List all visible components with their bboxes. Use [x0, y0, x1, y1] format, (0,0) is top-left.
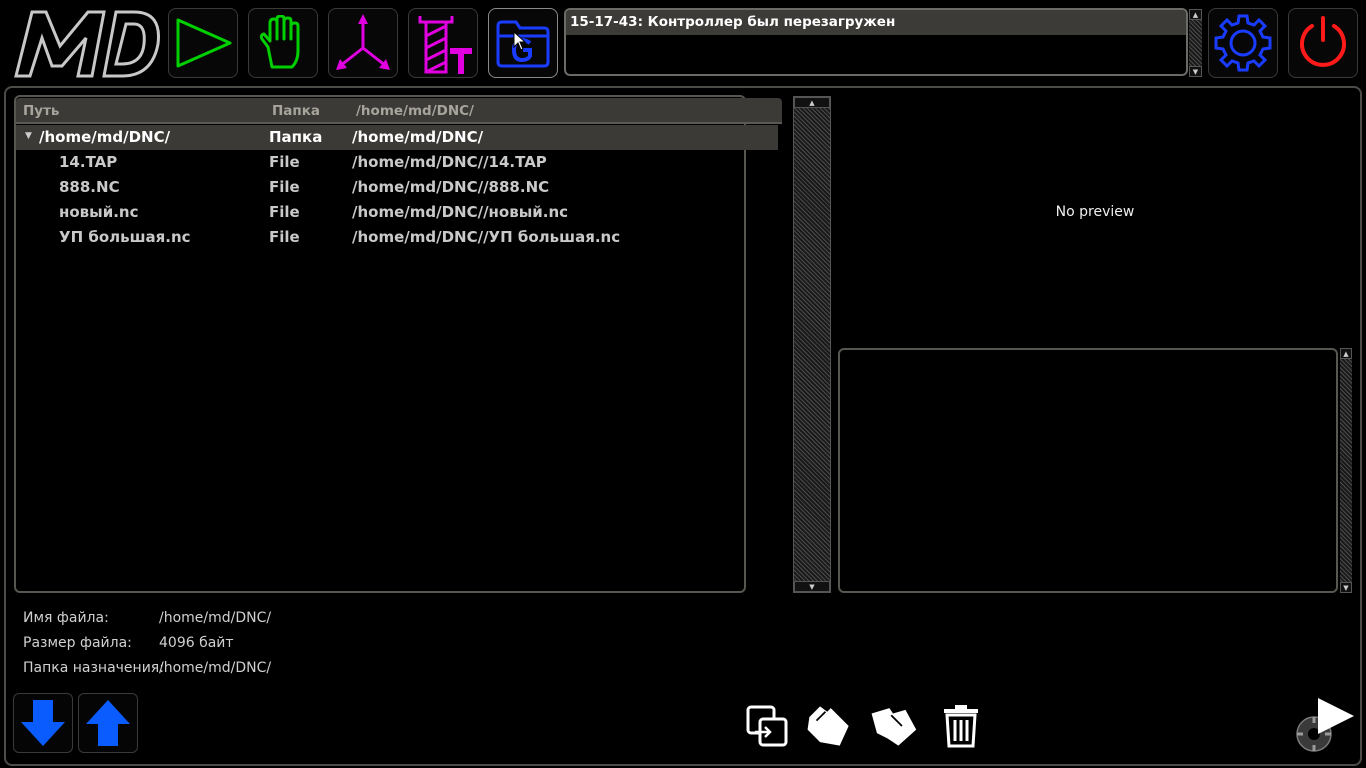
file-name-label: Имя файла: [23, 610, 109, 626]
header-path[interactable]: Путь [23, 103, 59, 119]
play-gear-icon [1296, 698, 1354, 752]
arrow-up-icon [86, 700, 130, 746]
scroll-up-icon[interactable]: ▲ [1189, 9, 1202, 20]
file-name-value: /home/md/DNC/ [159, 610, 272, 626]
move-down-button[interactable] [13, 693, 73, 753]
message-log[interactable]: 15-17-43: Контроллер был перезагружен [564, 8, 1188, 76]
scroll-down-icon[interactable]: ▼ [794, 581, 830, 592]
manual-mode-button[interactable] [248, 8, 318, 78]
message-scrollbar[interactable]: ▲ ▼ [1189, 9, 1202, 77]
file-content-view[interactable] [838, 348, 1338, 593]
table-row[interactable]: ▼ /home/md/DNC/ Папка /home/md/DNC/ [16, 125, 778, 150]
power-button[interactable] [1288, 8, 1358, 78]
row-name: новый.nc [59, 203, 139, 221]
logo-graphic [14, 10, 160, 78]
tool-mill-icon [418, 16, 472, 74]
scroll-down-icon[interactable]: ▼ [1340, 582, 1352, 593]
message-item: 15-17-43: Контроллер был перезагружен [566, 10, 1186, 35]
row-type: File [269, 153, 300, 171]
preview-scrollbar[interactable]: ▲ ▼ [793, 96, 831, 593]
run-program-button[interactable] [1292, 694, 1356, 754]
cut-icon [807, 706, 849, 746]
copy-button[interactable] [742, 700, 792, 752]
auto-mode-button[interactable] [168, 8, 238, 78]
mouse-cursor-icon [513, 31, 527, 51]
file-table-header: Путь Папка /home/md/DNC/ [16, 98, 782, 124]
row-name: 14.TAP [59, 153, 118, 171]
table-row[interactable]: 14.TAP File /home/md/DNC//14.TAP [16, 150, 778, 175]
destination-label: Папка назначения: [23, 660, 164, 676]
expand-arrow-icon[interactable]: ▼ [25, 131, 32, 141]
gcode-files-button[interactable] [488, 8, 558, 78]
row-name: 888.NC [59, 178, 120, 196]
row-name: /home/md/DNC/ [39, 128, 171, 146]
file-size-label: Размер файла: [23, 635, 132, 651]
trash-icon [944, 705, 978, 748]
file-size-value: 4096 байт [159, 635, 234, 651]
coordinates-button[interactable] [328, 8, 398, 78]
header-folder[interactable]: Папка [272, 103, 320, 119]
delete-button[interactable] [936, 700, 986, 752]
arrow-down-icon [21, 700, 65, 746]
row-type: File [269, 178, 300, 196]
scroll-up-icon[interactable]: ▲ [794, 97, 830, 108]
play-triangle-icon [176, 18, 232, 68]
row-path: /home/md/DNC//888.NC [352, 178, 550, 196]
row-type: File [269, 228, 300, 246]
md-logo [12, 6, 162, 80]
paste-icon [871, 708, 917, 746]
content-scrollbar[interactable]: ▲ ▼ [1340, 348, 1352, 593]
row-path: /home/md/DNC//новый.nc [352, 203, 569, 221]
power-icon [1300, 16, 1346, 67]
row-path: /home/md/DNC//14.TAP [352, 153, 547, 171]
copy-icon [746, 705, 788, 747]
table-row[interactable]: новый.nc File /home/md/DNC//новый.nc [16, 200, 778, 225]
gear-icon [1214, 14, 1272, 72]
row-path: /home/md/DNC//УП большая.nc [352, 228, 621, 246]
destination-value: /home/md/DNC/ [159, 660, 272, 676]
cut-button[interactable] [804, 700, 854, 752]
hand-icon [259, 15, 300, 69]
row-type: File [269, 203, 300, 221]
scroll-down-icon[interactable]: ▼ [1189, 66, 1202, 77]
table-row[interactable]: УП большая.nc File /home/md/DNC//УП боль… [16, 225, 778, 250]
preview-placeholder: No preview [1055, 204, 1135, 220]
row-path: /home/md/DNC/ [352, 128, 484, 146]
move-up-button[interactable] [78, 693, 138, 753]
paste-button[interactable] [868, 700, 918, 752]
table-row[interactable]: 888.NC File /home/md/DNC//888.NC [16, 175, 778, 200]
tools-button[interactable] [408, 8, 478, 78]
row-type: Папка [269, 128, 323, 146]
axes-icon [336, 14, 390, 70]
header-location[interactable]: /home/md/DNC/ [356, 103, 474, 119]
scroll-up-icon[interactable]: ▲ [1340, 348, 1352, 359]
settings-button[interactable] [1208, 8, 1278, 78]
row-name: УП большая.nc [59, 228, 191, 246]
